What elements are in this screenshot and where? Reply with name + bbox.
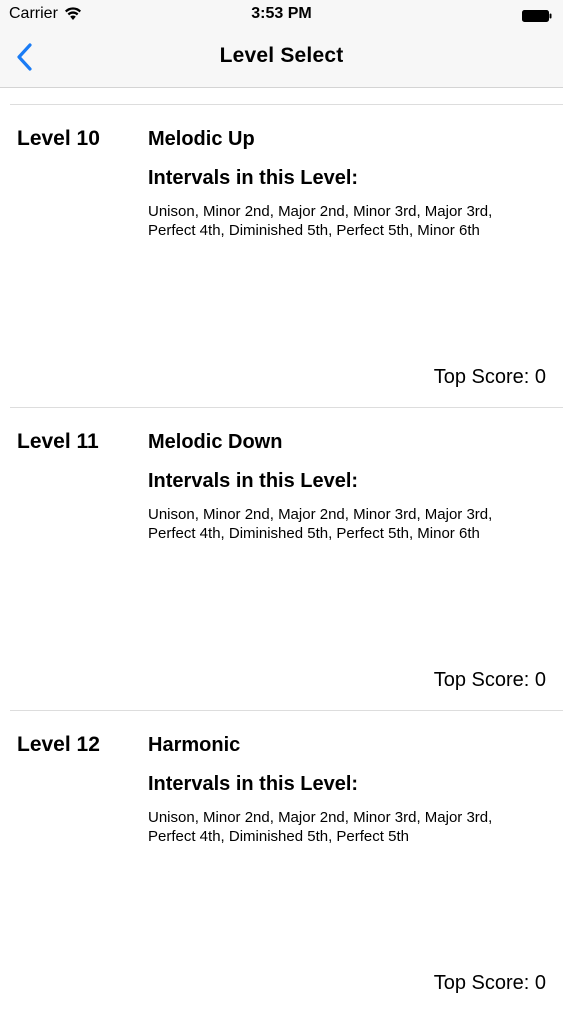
battery-icon [522, 9, 552, 22]
page-title: Level Select [219, 44, 344, 67]
level-mode: Melodic Up [148, 128, 255, 150]
level-mode: Melodic Down [148, 431, 283, 453]
level-mode: Harmonic [148, 734, 241, 756]
intervals-heading: Intervals in this Level: [148, 167, 359, 189]
level-list: Level 10 Melodic Up Intervals in this Le… [0, 104, 563, 1013]
level-number: Level 11 [17, 430, 99, 453]
top-score: Top Score: 0 [433, 669, 546, 691]
level-row-11[interactable]: Level 11 Melodic Down Intervals in this … [10, 407, 563, 710]
level-row-12[interactable]: Level 12 Harmonic Intervals in this Leve… [10, 710, 563, 1013]
level-number: Level 10 [17, 127, 100, 150]
intervals-list: Unison, Minor 2nd, Major 2nd, Minor 3rd,… [148, 809, 493, 845]
status-bar: Carrier 3:53 PM [0, 0, 563, 30]
top-score: Top Score: 0 [433, 972, 546, 994]
navigation-bar: Level Select [0, 30, 563, 88]
intervals-list: Unison, Minor 2nd, Major 2nd, Minor 3rd,… [148, 203, 493, 239]
intervals-list: Unison, Minor 2nd, Major 2nd, Minor 3rd,… [148, 506, 493, 542]
level-number: Level 12 [17, 733, 100, 756]
top-score: Top Score: 0 [433, 366, 546, 388]
intervals-heading: Intervals in this Level: [148, 773, 359, 795]
level-row-10[interactable]: Level 10 Melodic Up Intervals in this Le… [10, 104, 563, 407]
status-time: 3:53 PM [251, 5, 312, 22]
intervals-heading: Intervals in this Level: [148, 470, 359, 492]
